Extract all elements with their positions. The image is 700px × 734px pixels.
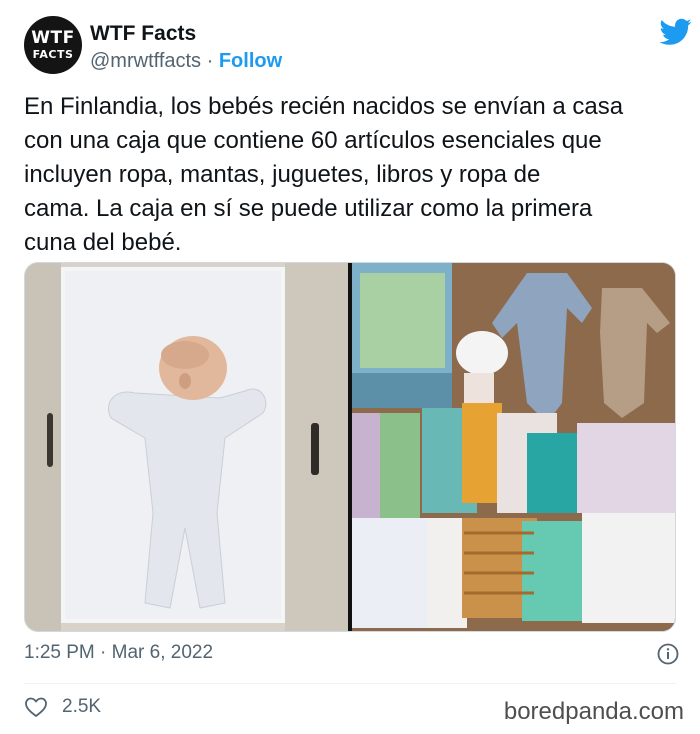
- author-handle-row: @mrwtffacts · Follow: [90, 50, 282, 73]
- follow-button[interactable]: Follow: [219, 50, 282, 72]
- info-icon[interactable]: [656, 642, 680, 666]
- author-handle[interactable]: @mrwtffacts: [90, 50, 201, 72]
- tweet-media[interactable]: [24, 262, 676, 632]
- heart-icon[interactable]: [24, 696, 48, 718]
- tweet-text-line: En Finlandia, los bebés recién nacidos s…: [24, 93, 624, 120]
- tweet-header: WTF FACTS WTF Facts @mrwtffacts · Follow: [24, 16, 692, 80]
- like-action[interactable]: 2.5K: [24, 694, 101, 720]
- tweet-text: En Finlandia, los bebés recién nacidos s…: [24, 90, 680, 260]
- tweet-timestamp[interactable]: 1:25 PM · Mar 6, 2022: [24, 642, 213, 663]
- boredpanda-watermark: boredpanda.com: [503, 698, 684, 725]
- avatar-text-facts: FACTS: [32, 48, 74, 61]
- tweet-text-line: cuna del bebé.: [24, 229, 182, 256]
- avatar[interactable]: WTF FACTS: [24, 16, 82, 74]
- baby-in-box-photo[interactable]: [25, 263, 348, 631]
- handle-separator: ·: [201, 50, 219, 72]
- divider-line: [24, 683, 676, 684]
- author-name[interactable]: WTF Facts: [90, 22, 196, 46]
- avatar-text-wtf: WTF: [31, 28, 75, 48]
- like-count: 2.5K: [62, 696, 102, 717]
- tweet-text-line: con una caja que contiene 60 artículos e…: [24, 127, 602, 154]
- baby-clothes-photo[interactable]: [352, 263, 675, 631]
- tweet-text-line: incluyen ropa, mantas, juguetes, libros …: [24, 161, 541, 188]
- twitter-bird-icon[interactable]: [660, 18, 692, 46]
- tweet-meta: 1:25 PM · Mar 6, 2022: [24, 642, 680, 666]
- tweet-text-line: cama. La caja en sí se puede utilizar co…: [24, 195, 593, 222]
